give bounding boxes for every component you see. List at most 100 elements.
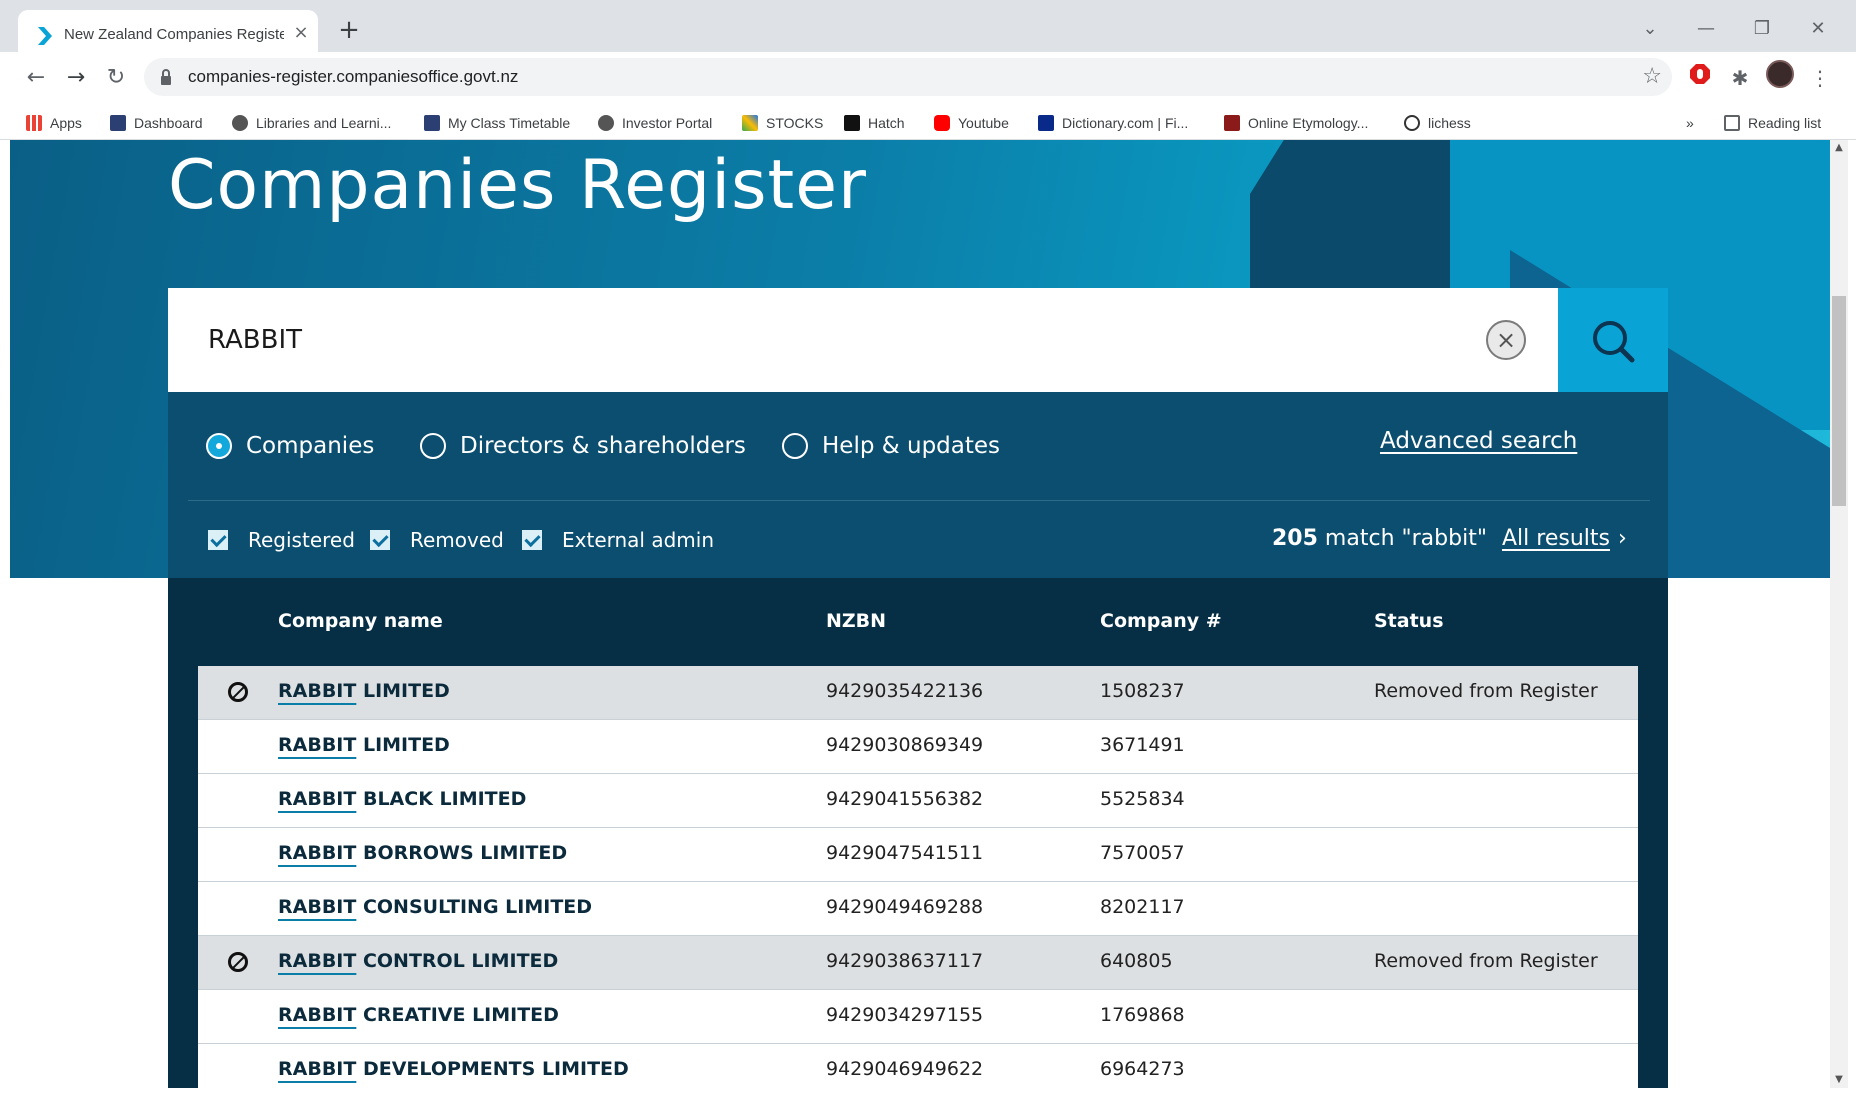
new-tab-button[interactable]: + xyxy=(334,16,364,46)
status-cell: Removed from Register xyxy=(1374,950,1598,972)
column-header-company-name[interactable]: Company name xyxy=(278,610,443,632)
company-name-link[interactable]: RABBIT CONSULTING LIMITED xyxy=(278,896,592,918)
adblock-extension-icon[interactable] xyxy=(1684,62,1716,94)
checkbox-checked-icon xyxy=(370,530,390,550)
bookmark-star-icon[interactable]: ☆ xyxy=(1642,64,1662,89)
company-name-link[interactable]: RABBIT CONTROL LIMITED xyxy=(278,950,558,972)
company-number-cell: 3671491 xyxy=(1100,734,1185,756)
bookmark-hatch[interactable]: Hatch xyxy=(844,112,905,134)
table-row[interactable]: RABBIT LIMITED 9429030869349 3671491 xyxy=(198,720,1638,774)
checkbox-registered[interactable]: Registered xyxy=(208,528,355,552)
table-row[interactable]: RABBIT CONSULTING LIMITED 9429049469288 … xyxy=(198,882,1638,936)
profile-avatar[interactable] xyxy=(1766,60,1794,88)
company-name-link[interactable]: RABBIT LIMITED xyxy=(278,680,450,702)
search-filter-panel: Companies Directors & shareholders Help … xyxy=(168,392,1668,578)
nzbn-cell: 9429041556382 xyxy=(826,788,984,810)
bookmark-apps[interactable]: Apps xyxy=(26,112,82,134)
reload-icon[interactable]: ↻ xyxy=(100,62,132,94)
scroll-up-icon[interactable]: ▲ xyxy=(1830,140,1848,156)
page-viewport: Companies Register × Companies Directors… xyxy=(10,140,1830,1088)
tab-title: New Zealand Companies Registe xyxy=(64,26,284,43)
column-header-company-number[interactable]: Company # xyxy=(1100,610,1222,632)
bookmark-investor-portal[interactable]: Investor Portal xyxy=(598,112,712,134)
forward-icon[interactable]: → xyxy=(60,62,92,94)
search-input[interactable] xyxy=(208,318,1408,362)
company-name-link[interactable]: RABBIT LIMITED xyxy=(278,734,450,756)
tab-close-icon[interactable]: × xyxy=(290,22,312,44)
menu-kebab-icon[interactable]: ⋮ xyxy=(1804,62,1836,94)
nzbn-cell: 9429046949622 xyxy=(826,1058,984,1080)
nzbn-cell: 9429035422136 xyxy=(826,680,984,702)
scroll-down-icon[interactable]: ▼ xyxy=(1830,1072,1848,1088)
table-row[interactable]: RABBIT BORROWS LIMITED 9429047541511 757… xyxy=(198,828,1638,882)
chevron-right-icon: › xyxy=(1617,526,1627,551)
hatch-icon xyxy=(844,115,860,131)
search-bar: × xyxy=(168,288,1668,392)
company-number-cell: 7570057 xyxy=(1100,842,1185,864)
company-name-link[interactable]: RABBIT DEVELOPMENTS LIMITED xyxy=(278,1058,629,1080)
company-number-cell: 1769868 xyxy=(1100,1004,1185,1026)
company-number-cell: 640805 xyxy=(1100,950,1173,972)
radio-help-updates[interactable]: Help & updates xyxy=(782,428,1000,464)
table-row[interactable]: RABBIT CREATIVE LIMITED 9429034297155 17… xyxy=(198,990,1638,1044)
company-number-cell: 8202117 xyxy=(1100,896,1185,918)
search-button[interactable] xyxy=(1558,288,1668,392)
minimize-icon[interactable]: — xyxy=(1686,14,1726,44)
radio-directors-shareholders[interactable]: Directors & shareholders xyxy=(420,428,746,464)
company-name-link[interactable]: RABBIT BLACK LIMITED xyxy=(278,788,526,810)
table-row[interactable]: RABBIT LIMITED 9429035422136 1508237 Rem… xyxy=(198,666,1638,720)
company-name-link[interactable]: RABBIT BORROWS LIMITED xyxy=(278,842,567,864)
back-icon[interactable]: ← xyxy=(20,62,52,94)
bookmark-youtube[interactable]: Youtube xyxy=(934,112,1009,134)
browser-toolbar: ← → ↻ companies-register.companiesoffice… xyxy=(0,52,1856,104)
tab-search-icon[interactable]: ⌄ xyxy=(1630,14,1670,44)
checkbox-checked-icon xyxy=(208,530,228,550)
nzbn-cell: 9429034297155 xyxy=(826,1004,984,1026)
company-number-cell: 1508237 xyxy=(1100,680,1185,702)
url-text: companies-register.companiesoffice.govt.… xyxy=(188,67,519,86)
advanced-search-link[interactable]: Advanced search xyxy=(1380,428,1577,454)
bookmark-dashboard[interactable]: Dashboard xyxy=(110,112,203,134)
scrollbar-thumb[interactable] xyxy=(1832,296,1846,506)
nzbn-cell: 9429049469288 xyxy=(826,896,984,918)
reading-list-icon xyxy=(1724,115,1740,131)
shield-crest-icon xyxy=(110,115,126,131)
column-header-nzbn[interactable]: NZBN xyxy=(826,610,886,632)
all-results-link[interactable]: All results › xyxy=(1502,526,1627,551)
hero-decoration xyxy=(1250,140,1450,290)
chart-icon xyxy=(742,115,758,131)
address-bar[interactable]: companies-register.companiesoffice.govt.… xyxy=(144,58,1672,96)
clear-search-icon[interactable]: × xyxy=(1486,320,1526,360)
table-header: Company name NZBN Company # Status xyxy=(198,578,1638,666)
table-row[interactable]: RABBIT BLACK LIMITED 9429041556382 55258… xyxy=(198,774,1638,828)
restore-icon[interactable]: ❐ xyxy=(1742,14,1782,44)
globe-icon xyxy=(598,115,614,131)
checkbox-checked-icon xyxy=(522,530,542,550)
more-bookmarks-icon[interactable]: » xyxy=(1686,112,1694,134)
companies-office-favicon-icon xyxy=(38,27,52,45)
browser-window: New Zealand Companies Registe × + ⌄ — ❐ … xyxy=(0,0,1856,1098)
bookmark-lichess[interactable]: lichess xyxy=(1404,112,1471,134)
etymology-icon xyxy=(1224,115,1240,131)
table-row[interactable]: RABBIT CONTROL LIMITED 9429038637117 640… xyxy=(198,936,1638,990)
page-scrollbar[interactable]: ▲ ▼ xyxy=(1830,140,1848,1088)
radio-companies[interactable]: Companies xyxy=(206,428,374,464)
checkbox-external-admin[interactable]: External admin xyxy=(522,528,714,552)
extensions-puzzle-icon[interactable]: ✱ xyxy=(1724,62,1756,94)
status-cell: Removed from Register xyxy=(1374,680,1598,702)
reading-list-button[interactable]: Reading list xyxy=(1724,112,1821,134)
company-name-link[interactable]: RABBIT CREATIVE LIMITED xyxy=(278,1004,559,1026)
radio-unselected-icon xyxy=(782,433,808,459)
page-title: Companies Register xyxy=(168,146,867,225)
match-count: 205 match "rabbit" xyxy=(1272,526,1487,551)
bookmark-dictionary[interactable]: Dictionary.com | Fi... xyxy=(1038,112,1188,134)
checkbox-removed[interactable]: Removed xyxy=(370,528,504,552)
radio-unselected-icon xyxy=(420,433,446,459)
column-header-status[interactable]: Status xyxy=(1374,610,1444,632)
table-row[interactable]: RABBIT DEVELOPMENTS LIMITED 942904694962… xyxy=(198,1044,1638,1088)
bookmark-etymology[interactable]: Online Etymology... xyxy=(1224,112,1368,134)
bookmark-libraries[interactable]: Libraries and Learni... xyxy=(232,112,391,134)
bookmark-class-timetable[interactable]: My Class Timetable xyxy=(424,112,570,134)
bookmark-stocks[interactable]: STOCKS xyxy=(742,112,823,134)
close-window-icon[interactable]: ✕ xyxy=(1798,14,1838,44)
